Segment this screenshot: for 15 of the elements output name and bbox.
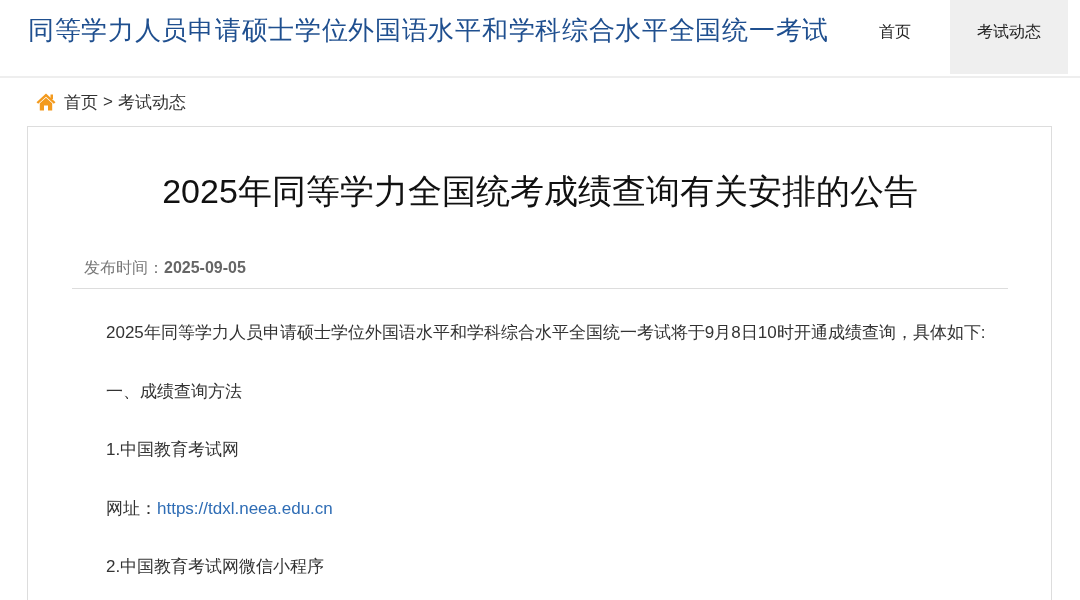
breadcrumb-link[interactable]: 首页: [64, 90, 98, 114]
article-paragraph: 一、成绩查询方法: [106, 380, 243, 403]
url-label: 网址：: [106, 497, 157, 520]
article-title: 2025年同等学力全国统考成绩查询有关安排的公告: [161, 171, 919, 211]
publish-label: 发布时间：: [84, 258, 164, 278]
home-icon: [36, 93, 56, 111]
nav-tab[interactable]: 考试动态: [950, 0, 1068, 74]
url-link[interactable]: https://tdxl.neea.edu.cn: [157, 496, 333, 521]
article-paragraph: 2025年同等学力人员申请硕士学位外国语水平和学科综合水平全国统一考试将于9月8日10时开通成绩查询，具体如下:: [106, 322, 987, 344]
breadcrumb-separator: >: [103, 92, 113, 112]
article-paragraph: 1.中国教育考试网: [106, 439, 241, 461]
site-title: 同等学力人员申请硕士学位外国语水平和学科综合水平全国统一考试: [27, 14, 830, 47]
publish-date: 2025-09-05: [164, 258, 246, 278]
breadcrumb-link[interactable]: 考试动态: [117, 90, 186, 114]
article-paragraph: 2.中国教育考试网微信小程序: [106, 556, 326, 578]
